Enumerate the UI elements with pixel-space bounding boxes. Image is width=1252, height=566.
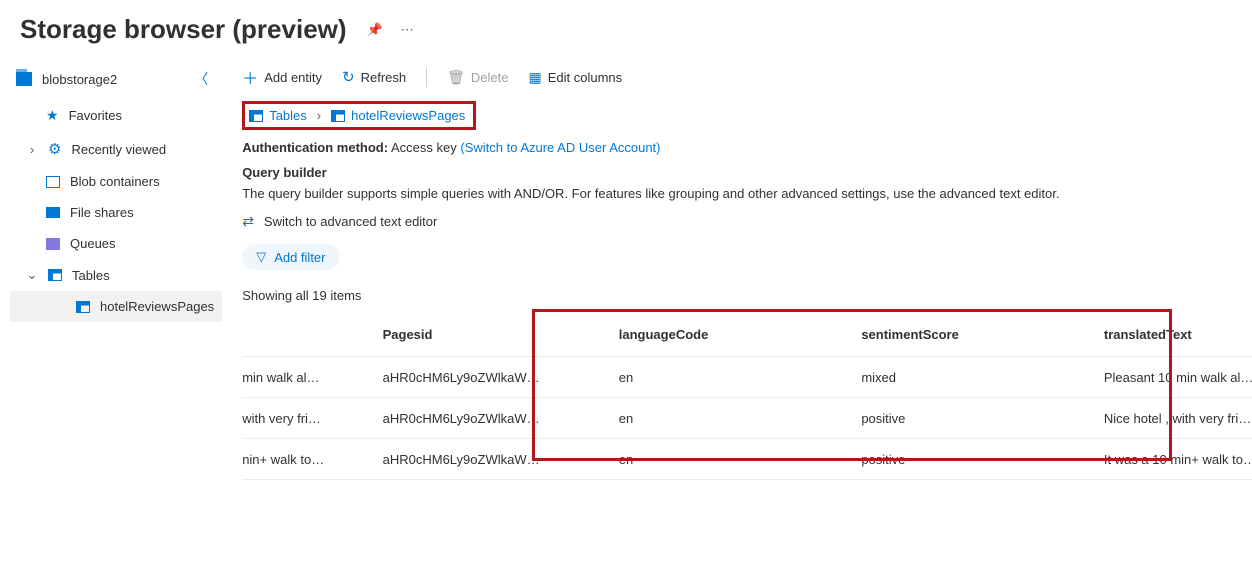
table-cell: Pleasant 10 min walk al… [1104, 357, 1252, 398]
query-builder-desc: The query builder supports simple querie… [230, 186, 1252, 213]
table-cell: aHR0cHM6Ly9oZWlkaW… [383, 357, 619, 398]
more-icon[interactable]: ⋯ [401, 22, 414, 38]
table-cell: positive [861, 398, 1104, 439]
sidebar-item-blob[interactable]: Blob containers [10, 166, 222, 197]
sidebar-item-favorites[interactable]: ★ Favorites [10, 99, 222, 132]
table-cell: with very fri… [242, 398, 382, 439]
sidebar-item-queues[interactable]: Queues [10, 228, 222, 259]
auth-method-label: Authentication method: [242, 140, 388, 155]
sidebar-item-label: File shares [70, 205, 134, 220]
table-cell: en [619, 357, 862, 398]
queue-icon [46, 238, 60, 250]
chevron-right-icon: › [26, 142, 38, 157]
chevron-right-icon: › [317, 108, 321, 123]
sidebar-item-label: Recently viewed [71, 142, 166, 157]
query-builder-title: Query builder [230, 165, 1252, 186]
table-cell: It was a 10 min+ walk to… [1104, 439, 1252, 480]
swap-icon: ⇄ [242, 213, 254, 230]
auth-method-value: Access key [391, 140, 457, 155]
breadcrumb-label: hotelReviewsPages [351, 108, 465, 123]
results-table: Pagesid languageCode sentimentScore tran… [242, 313, 1252, 480]
toolbar-label: Edit columns [548, 70, 622, 85]
toolbar: ＋ Add entity ↻ Refresh 🗑 Delete ▦ Edit c… [230, 61, 1252, 101]
results-count: Showing all 19 items [230, 288, 1252, 313]
trash-icon: 🗑 [447, 69, 465, 86]
table-cell: aHR0cHM6Ly9oZWlkaW… [383, 398, 619, 439]
sidebar-item-recent[interactable]: › ⚙ Recently viewed [10, 132, 222, 166]
chevron-down-icon: ⌄ [26, 267, 38, 283]
sidebar-item-label: hotelReviewsPages [100, 299, 214, 314]
table-cell: nin+ walk to… [242, 439, 382, 480]
auth-method-line: Authentication method: Access key (Switc… [230, 140, 1252, 165]
table-cell: Nice hotel , with very fri… [1104, 398, 1252, 439]
toolbar-label: Refresh [361, 70, 407, 85]
switch-editor-label: Switch to advanced text editor [264, 214, 437, 229]
table-cell: en [619, 398, 862, 439]
gear-icon: ⚙ [48, 140, 61, 158]
page-title: Storage browser (preview) [20, 14, 347, 45]
filter-icon: ▽ [256, 249, 266, 265]
sidebar-item-label: Tables [72, 268, 110, 283]
pin-icon[interactable]: 📌 [367, 22, 383, 38]
table-row[interactable]: nin+ walk to…aHR0cHM6Ly9oZWlkaW…enpositi… [242, 439, 1252, 480]
collapse-sidebar-icon[interactable]: 〈 [188, 67, 214, 91]
delete-button: 🗑 Delete [447, 69, 508, 86]
column-header[interactable]: translatedText [1104, 313, 1252, 357]
add-filter-label: Add filter [274, 250, 325, 265]
refresh-button[interactable]: ↻ Refresh [342, 68, 406, 86]
toolbar-label: Delete [471, 70, 509, 85]
sidebar-item-table-child[interactable]: hotelReviewsPages [10, 291, 222, 322]
table-cell: min walk al… [242, 357, 382, 398]
table-cell: aHR0cHM6Ly9oZWlkaW… [383, 439, 619, 480]
breadcrumb: Tables › hotelReviewsPages [249, 108, 465, 123]
sidebar-item-label: Favorites [69, 108, 122, 123]
table-icon [48, 269, 62, 281]
star-icon: ★ [46, 107, 59, 124]
add-filter-button[interactable]: ▽ Add filter [242, 244, 339, 270]
breadcrumb-label: Tables [269, 108, 307, 123]
toolbar-separator [426, 67, 427, 87]
table-cell: en [619, 439, 862, 480]
table-cell: positive [861, 439, 1104, 480]
table-row[interactable]: with very fri…aHR0cHM6Ly9oZWlkaW…enposit… [242, 398, 1252, 439]
auth-switch-link[interactable]: (Switch to Azure AD User Account) [460, 140, 660, 155]
table-icon [76, 301, 90, 313]
table-row[interactable]: min walk al…aHR0cHM6Ly9oZWlkaW…enmixedPl… [242, 357, 1252, 398]
blob-container-icon [46, 176, 60, 188]
sidebar-item-label: Queues [70, 236, 116, 251]
table-cell: mixed [861, 357, 1104, 398]
breadcrumb-tables[interactable]: Tables [249, 108, 307, 123]
column-header[interactable]: sentimentScore [861, 313, 1104, 357]
refresh-icon: ↻ [342, 68, 355, 86]
sidebar-item-tables[interactable]: ⌄ Tables [10, 259, 222, 291]
switch-editor-button[interactable]: ⇄ Switch to advanced text editor [230, 213, 1252, 244]
edit-columns-button[interactable]: ▦ Edit columns [529, 69, 623, 86]
sidebar: blobstorage2 〈 ★ Favorites › ⚙ Recently … [0, 53, 222, 480]
storage-account-name[interactable]: blobstorage2 [42, 72, 117, 87]
columns-icon: ▦ [529, 69, 542, 86]
add-entity-button[interactable]: ＋ Add entity [242, 65, 322, 89]
sidebar-item-label: Blob containers [70, 174, 160, 189]
column-header[interactable] [242, 313, 382, 357]
column-header[interactable]: languageCode [619, 313, 862, 357]
storage-account-icon [16, 72, 32, 86]
breadcrumb-current[interactable]: hotelReviewsPages [331, 108, 465, 123]
sidebar-item-fileshares[interactable]: File shares [10, 197, 222, 228]
column-header[interactable]: Pagesid [383, 313, 619, 357]
plus-icon: ＋ [242, 65, 258, 89]
fileshare-icon [46, 207, 60, 218]
table-icon [331, 110, 345, 122]
toolbar-label: Add entity [264, 70, 322, 85]
table-icon [249, 110, 263, 122]
